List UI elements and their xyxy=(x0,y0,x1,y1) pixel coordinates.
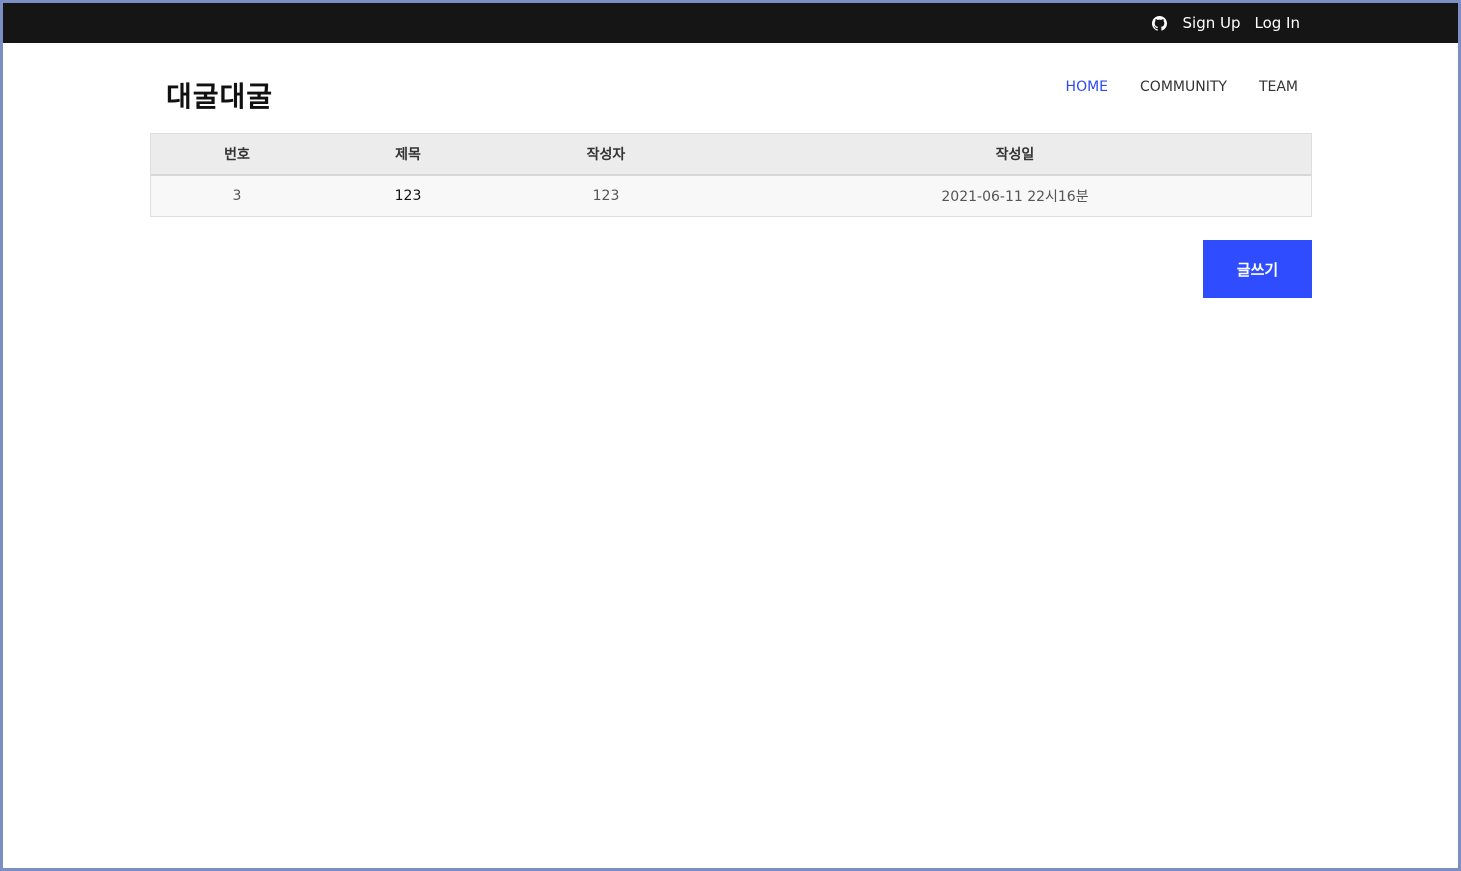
post-title[interactable]: 123 xyxy=(323,188,493,204)
signup-link[interactable]: Sign Up xyxy=(1183,14,1241,32)
login-link[interactable]: Log In xyxy=(1255,14,1301,32)
nav-community[interactable]: COMMUNITY xyxy=(1140,79,1227,95)
site-logo[interactable]: 대굴대굴 xyxy=(166,75,273,115)
post-date: 2021-06-11 22시16분 xyxy=(941,189,1089,205)
column-header-title: 제목 xyxy=(395,147,421,163)
nav-home[interactable]: HOME xyxy=(1066,79,1108,95)
page-frame: Sign Up Log In 대굴대굴 HOME COMMUNITY TEAM … xyxy=(0,0,1461,871)
github-icon[interactable] xyxy=(1151,15,1167,31)
post-table: 번호 제목 작성자 작성일 3 123 123 2021-06-11 22시16… xyxy=(150,133,1312,217)
table-header: 번호 제목 작성자 작성일 xyxy=(151,134,1311,176)
column-header-author: 작성자 xyxy=(586,147,626,163)
table-row[interactable]: 3 123 123 2021-06-11 22시16분 xyxy=(151,176,1311,216)
main-nav: HOME COMMUNITY TEAM xyxy=(1066,79,1298,95)
column-header-date: 작성일 xyxy=(995,147,1035,163)
column-header-number: 번호 xyxy=(224,147,250,163)
top-bar: Sign Up Log In xyxy=(3,3,1458,43)
post-number: 3 xyxy=(232,188,242,204)
post-author: 123 xyxy=(592,188,620,204)
account-links: Sign Up Log In xyxy=(1151,3,1301,43)
write-post-button[interactable]: 글쓰기 xyxy=(1203,240,1312,298)
nav-team[interactable]: TEAM xyxy=(1259,79,1298,95)
site-header: 대굴대굴 HOME COMMUNITY TEAM xyxy=(3,43,1458,133)
